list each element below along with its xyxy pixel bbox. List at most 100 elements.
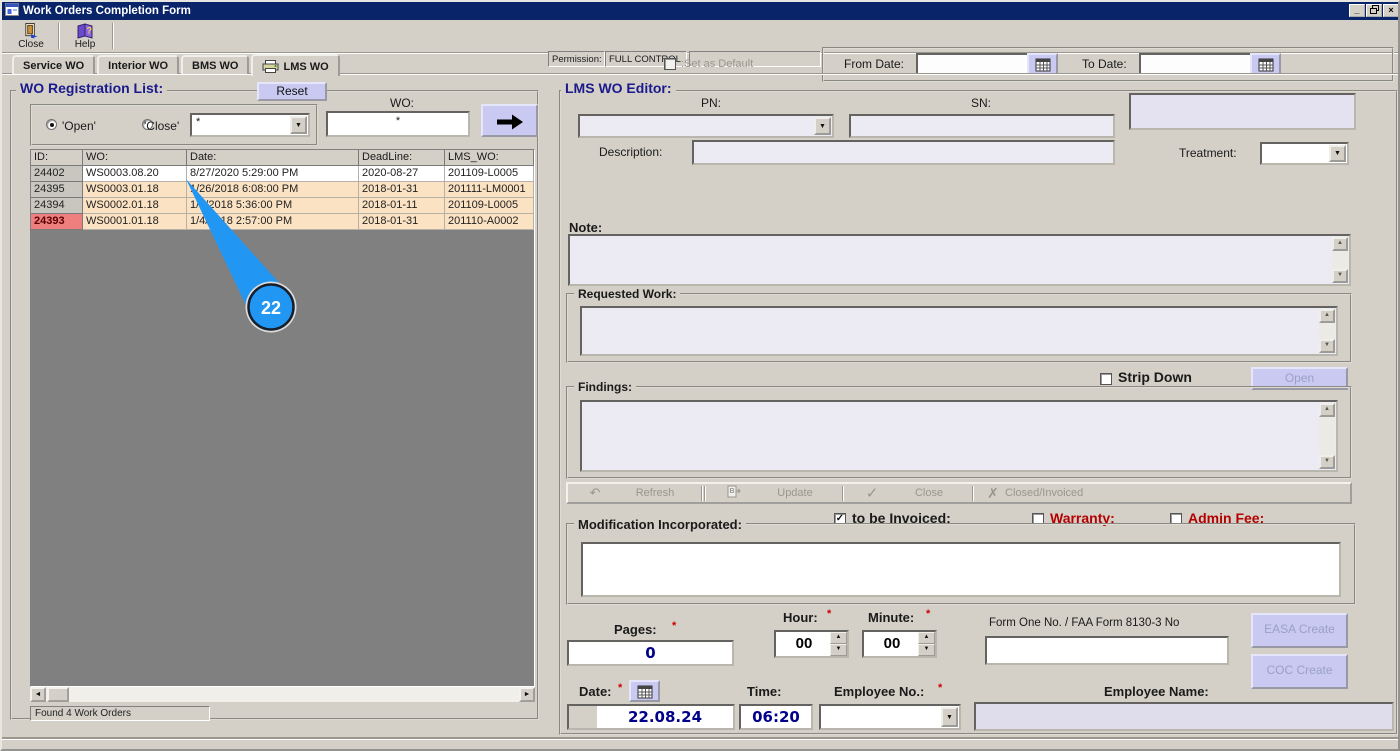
wo-registration-list-title: WO Registration List:	[16, 80, 168, 96]
restore-icon	[1369, 5, 1379, 14]
employee-no-dropdown[interactable]: ▼	[819, 704, 961, 730]
employee-no-label: Employee No.:	[834, 684, 925, 699]
findings-textarea[interactable]: ▲ ▼	[580, 400, 1338, 472]
time-input[interactable]: 06:20	[739, 704, 813, 730]
to-date-label: To Date:	[1082, 57, 1127, 71]
scroll-up-button[interactable]: ▲	[1319, 309, 1335, 323]
dropdown-arrow-icon[interactable]: ▼	[1329, 145, 1346, 162]
from-date-calendar-button[interactable]	[1027, 53, 1058, 75]
reset-button[interactable]: Reset	[257, 82, 327, 101]
svg-text:B: B	[730, 488, 735, 495]
spin-up-icon[interactable]: ▲	[830, 632, 847, 644]
sn-input[interactable]	[849, 114, 1115, 138]
dropdown-arrow-icon[interactable]: ▼	[290, 116, 307, 134]
cell-date: 1/4/2018 5:36:00 PM	[187, 198, 359, 214]
refresh-action[interactable]: Refresh	[616, 487, 694, 499]
column-header-wo[interactable]: WO:	[83, 150, 187, 166]
minute-spin-buttons[interactable]: ▲ ▼	[918, 632, 935, 656]
minimize-button[interactable]: _	[1349, 4, 1365, 17]
pn-dropdown[interactable]: ▼	[578, 114, 834, 138]
table-row[interactable]: 24402 WS0003.08.20 8/27/2020 5:29:00 PM …	[31, 166, 534, 182]
treatment-dropdown[interactable]: ▼	[1260, 142, 1349, 165]
tab-service-wo[interactable]: Service WO	[12, 55, 96, 74]
minute-value: 00	[883, 635, 901, 652]
form-one-input[interactable]	[985, 636, 1229, 665]
tab-bms-wo[interactable]: BMS WO	[181, 55, 250, 74]
radio-open-label: 'Open'	[62, 119, 96, 133]
description-input[interactable]	[692, 140, 1115, 165]
dropdown-arrow-icon[interactable]: ▼	[814, 117, 831, 135]
set-as-default-checkbox[interactable]	[664, 58, 676, 70]
action-separator	[701, 485, 703, 501]
employee-name-label: Employee Name:	[1104, 684, 1209, 699]
radio-open[interactable]	[46, 119, 57, 130]
tab-label: Interior WO	[108, 60, 169, 72]
hour-spinner[interactable]: 00 ▲ ▼	[774, 630, 849, 658]
modification-textarea[interactable]	[581, 542, 1341, 597]
dropdown-arrow-icon[interactable]: ▼	[941, 707, 958, 727]
note-textarea[interactable]: ▲ ▼	[568, 234, 1351, 286]
list-filter-box: 'Open' 'Close' * ▼	[30, 104, 318, 146]
column-header-date[interactable]: Date:	[187, 150, 359, 166]
close-check-icon: ✓	[865, 485, 879, 502]
form-one-label: Form One No. / FAA Form 8130-3 No	[989, 617, 1180, 629]
close-window-button[interactable]: ×	[1383, 4, 1398, 17]
wo-registration-list-panel: WO Registration List: Reset 'Open' 'Clos…	[10, 80, 539, 721]
scroll-left-button[interactable]: ◄	[30, 687, 46, 702]
top-right-field[interactable]	[1129, 93, 1356, 130]
titlebar: Work Orders Completion Form _ ×	[2, 2, 1398, 20]
refresh-undo-icon: ↶	[589, 485, 601, 500]
employee-name-input[interactable]	[974, 702, 1394, 731]
update-action[interactable]: Update	[755, 487, 835, 499]
minute-spinner[interactable]: 00 ▲ ▼	[862, 630, 937, 658]
scroll-down-button[interactable]: ▼	[1332, 269, 1348, 283]
table-row[interactable]: 24394 WS0002.01.18 1/4/2018 5:36:00 PM 2…	[31, 198, 534, 214]
scroll-down-button[interactable]: ▼	[1319, 455, 1335, 469]
pages-input[interactable]: 0	[567, 640, 734, 666]
column-header-id[interactable]: ID:	[31, 150, 83, 166]
help-button-label: Help	[74, 39, 96, 50]
note-scrollbar[interactable]: ▲ ▼	[1332, 237, 1348, 283]
close-button[interactable]: Close	[8, 22, 54, 51]
strip-down-checkbox[interactable]	[1100, 373, 1112, 385]
scroll-up-button[interactable]: ▲	[1319, 403, 1335, 417]
cell-deadline: 2018-01-31	[359, 182, 445, 198]
spin-up-icon[interactable]: ▲	[918, 632, 935, 644]
table-header-row: ID: WO: Date: DeadLine: LMS_WO:	[31, 150, 534, 166]
minimize-icon: _	[1354, 5, 1360, 15]
table-row[interactable]: 24393 WS0001.01.18 1/4/2018 2:57:00 PM 2…	[31, 214, 534, 230]
table-hscrollbar[interactable]: ◄ ►	[30, 687, 535, 702]
date-calendar-button[interactable]	[629, 680, 660, 702]
close-action[interactable]: Close	[893, 487, 965, 499]
hour-spin-buttons[interactable]: ▲ ▼	[830, 632, 847, 656]
coc-create-button[interactable]: COC Create	[1251, 654, 1348, 689]
tab-interior-wo[interactable]: Interior WO	[97, 55, 180, 74]
to-date-calendar-button[interactable]	[1250, 53, 1281, 75]
restore-button[interactable]	[1366, 4, 1382, 17]
tab-label: BMS WO	[192, 60, 239, 72]
closed-invoiced-action[interactable]: Closed/Invoiced	[1005, 487, 1083, 499]
date-input[interactable]: 22.08.24	[567, 704, 735, 730]
hscroll-thumb[interactable]	[47, 687, 69, 702]
column-header-lms-wo[interactable]: LMS_WO:	[445, 150, 534, 166]
cell-lms-wo: 201109-L0005	[445, 198, 534, 214]
search-arrow-button[interactable]	[481, 104, 538, 137]
list-filter-dropdown[interactable]: * ▼	[190, 113, 310, 137]
spin-down-icon[interactable]: ▼	[918, 644, 935, 656]
scroll-up-button[interactable]: ▲	[1332, 237, 1348, 251]
app-icon	[5, 3, 19, 19]
arrow-right-icon	[496, 114, 523, 130]
easa-create-button[interactable]: EASA Create	[1251, 613, 1348, 648]
wo-filter-input[interactable]: *	[326, 111, 470, 137]
scroll-right-button[interactable]: ►	[519, 687, 535, 702]
required-marker: *	[672, 620, 677, 632]
spin-down-icon[interactable]: ▼	[830, 644, 847, 656]
tab-lms-wo[interactable]: LMS WO	[251, 54, 340, 76]
requested-work-textarea[interactable]: ▲ ▼	[580, 306, 1338, 356]
table-row[interactable]: 24395 WS0003.01.18 1/26/2018 6:08:00 PM …	[31, 182, 534, 198]
column-header-deadline[interactable]: DeadLine:	[359, 150, 445, 166]
scroll-down-button[interactable]: ▼	[1319, 339, 1335, 353]
requested-work-scrollbar[interactable]: ▲ ▼	[1319, 309, 1335, 353]
help-button[interactable]: ? Help	[62, 22, 108, 51]
findings-scrollbar[interactable]: ▲ ▼	[1319, 403, 1335, 469]
